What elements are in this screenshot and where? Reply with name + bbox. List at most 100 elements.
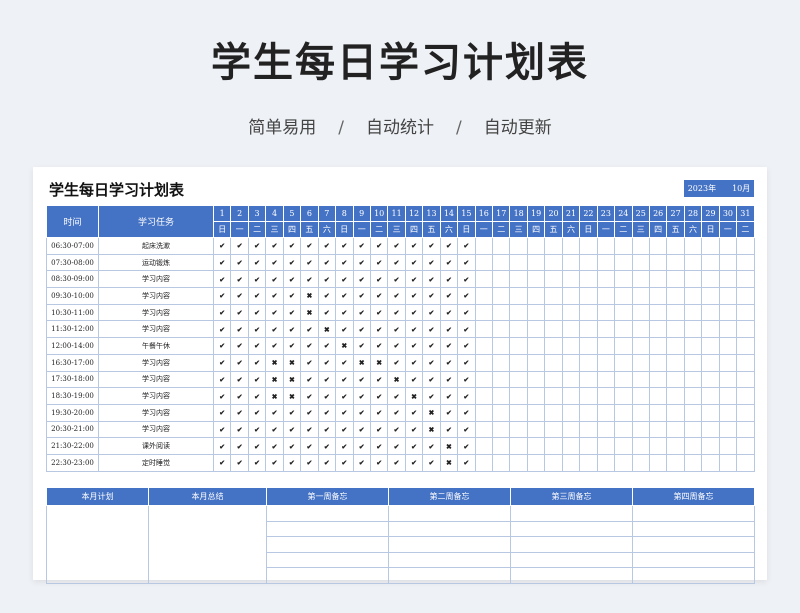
task-cell[interactable]: 学习内容 (98, 303, 214, 322)
cross-mark-icon[interactable]: ✖ (282, 353, 302, 372)
empty-day-cell[interactable] (544, 403, 563, 422)
check-mark-icon[interactable]: ✔ (212, 287, 232, 305)
empty-day-cell[interactable] (509, 370, 528, 389)
check-mark-icon[interactable]: ✔ (335, 353, 354, 372)
empty-day-cell[interactable] (474, 453, 494, 472)
weekly-note-cell[interactable] (510, 520, 633, 538)
empty-day-cell[interactable] (718, 453, 738, 472)
check-mark-icon[interactable]: ✔ (404, 337, 424, 355)
check-mark-icon[interactable]: ✔ (265, 287, 284, 305)
task-cell[interactable]: 学习内容 (98, 287, 214, 305)
empty-day-cell[interactable] (561, 353, 581, 372)
empty-day-cell[interactable] (544, 270, 563, 289)
check-mark-icon[interactable]: ✔ (212, 437, 232, 455)
empty-day-cell[interactable] (509, 437, 528, 455)
empty-day-cell[interactable] (666, 320, 685, 339)
weekly-note-cell[interactable] (510, 536, 633, 553)
check-mark-icon[interactable]: ✔ (317, 353, 337, 372)
check-mark-icon[interactable]: ✔ (352, 287, 371, 305)
check-mark-icon[interactable]: ✔ (300, 270, 319, 289)
empty-day-cell[interactable] (666, 403, 685, 422)
empty-day-cell[interactable] (474, 337, 494, 355)
empty-day-cell[interactable] (631, 287, 650, 305)
task-cell[interactable]: 课外阅读 (98, 437, 214, 455)
weekly-note-cell[interactable] (266, 505, 389, 522)
empty-day-cell[interactable] (701, 387, 720, 405)
check-mark-icon[interactable]: ✔ (230, 337, 249, 355)
empty-day-cell[interactable] (683, 337, 703, 355)
empty-day-cell[interactable] (491, 353, 511, 372)
empty-day-cell[interactable] (579, 370, 598, 389)
empty-day-cell[interactable] (614, 253, 633, 272)
empty-day-cell[interactable] (596, 237, 616, 255)
task-cell[interactable]: 学习内容 (98, 270, 214, 289)
empty-day-cell[interactable] (614, 453, 633, 472)
empty-day-cell[interactable] (736, 453, 755, 472)
check-mark-icon[interactable]: ✔ (404, 287, 424, 305)
empty-day-cell[interactable] (718, 420, 738, 439)
check-mark-icon[interactable]: ✔ (317, 370, 337, 389)
empty-day-cell[interactable] (509, 320, 528, 339)
empty-day-cell[interactable] (683, 453, 703, 472)
empty-day-cell[interactable] (491, 303, 511, 322)
empty-day-cell[interactable] (579, 237, 598, 255)
check-mark-icon[interactable]: ✔ (247, 403, 267, 422)
empty-day-cell[interactable] (509, 303, 528, 322)
empty-day-cell[interactable] (614, 337, 633, 355)
cross-mark-icon[interactable]: ✖ (265, 387, 284, 405)
empty-day-cell[interactable] (579, 287, 598, 305)
check-mark-icon[interactable]: ✔ (282, 303, 302, 322)
empty-day-cell[interactable] (701, 453, 720, 472)
empty-day-cell[interactable] (718, 370, 738, 389)
time-cell[interactable]: 06:30-07:00 (46, 237, 99, 255)
empty-day-cell[interactable] (614, 420, 633, 439)
task-cell[interactable]: 定时睡觉 (98, 453, 214, 472)
empty-day-cell[interactable] (631, 337, 650, 355)
empty-day-cell[interactable] (631, 320, 650, 339)
empty-day-cell[interactable] (596, 320, 616, 339)
empty-day-cell[interactable] (596, 303, 616, 322)
check-mark-icon[interactable]: ✔ (457, 437, 476, 455)
task-cell[interactable]: 运动锻炼 (98, 253, 214, 272)
check-mark-icon[interactable]: ✔ (335, 320, 354, 339)
check-mark-icon[interactable]: ✔ (352, 403, 371, 422)
empty-day-cell[interactable] (579, 303, 598, 322)
check-mark-icon[interactable]: ✔ (422, 270, 441, 289)
empty-day-cell[interactable] (474, 437, 494, 455)
check-mark-icon[interactable]: ✔ (282, 270, 302, 289)
check-mark-icon[interactable]: ✔ (457, 453, 476, 472)
time-cell[interactable]: 08:30-09:00 (46, 270, 99, 289)
weekly-note-cell[interactable] (632, 505, 755, 522)
check-mark-icon[interactable]: ✔ (387, 253, 406, 272)
empty-day-cell[interactable] (526, 253, 546, 272)
empty-day-cell[interactable] (509, 403, 528, 422)
empty-day-cell[interactable] (736, 387, 755, 405)
check-mark-icon[interactable]: ✔ (300, 420, 319, 439)
check-mark-icon[interactable]: ✔ (335, 253, 354, 272)
check-mark-icon[interactable]: ✔ (265, 270, 284, 289)
empty-day-cell[interactable] (526, 353, 546, 372)
check-mark-icon[interactable]: ✔ (404, 270, 424, 289)
empty-day-cell[interactable] (491, 253, 511, 272)
empty-day-cell[interactable] (701, 370, 720, 389)
empty-day-cell[interactable] (596, 270, 616, 289)
empty-day-cell[interactable] (544, 320, 563, 339)
check-mark-icon[interactable]: ✔ (439, 337, 459, 355)
empty-day-cell[interactable] (648, 287, 668, 305)
check-mark-icon[interactable]: ✔ (282, 287, 302, 305)
check-mark-icon[interactable]: ✔ (404, 320, 424, 339)
cross-mark-icon[interactable]: ✖ (404, 387, 424, 405)
empty-day-cell[interactable] (683, 437, 703, 455)
check-mark-icon[interactable]: ✔ (457, 287, 476, 305)
empty-day-cell[interactable] (666, 303, 685, 322)
empty-day-cell[interactable] (648, 303, 668, 322)
date-selector[interactable]: 2023年 10月 (684, 180, 754, 197)
empty-day-cell[interactable] (701, 320, 720, 339)
check-mark-icon[interactable]: ✔ (230, 387, 249, 405)
time-cell[interactable]: 12:00-14:00 (46, 337, 99, 355)
check-mark-icon[interactable]: ✔ (212, 270, 232, 289)
check-mark-icon[interactable]: ✔ (230, 370, 249, 389)
check-mark-icon[interactable]: ✔ (352, 253, 371, 272)
empty-day-cell[interactable] (631, 303, 650, 322)
empty-day-cell[interactable] (491, 337, 511, 355)
